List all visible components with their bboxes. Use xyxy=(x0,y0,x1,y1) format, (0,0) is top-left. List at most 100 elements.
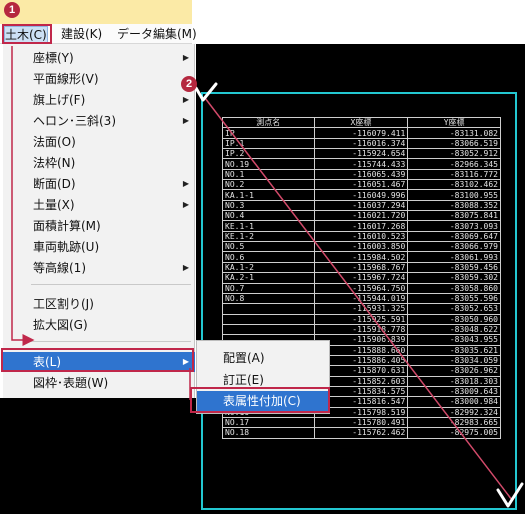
cell-x-coord: -115964.750 xyxy=(313,282,409,294)
cell-y-coord: -82992.324 xyxy=(407,406,501,418)
cell-x-coord: -116021.720 xyxy=(313,210,409,222)
menu-data-edit[interactable]: データ編集(M) xyxy=(117,26,197,43)
cell-y-coord: -82966.345 xyxy=(407,158,501,170)
table-row: NO.2 -116051.467 -83102.462 xyxy=(222,179,501,191)
cell-x-coord: -115918.778 xyxy=(313,323,409,336)
cell-y-coord: -83059.456 xyxy=(407,261,501,274)
table-row: NO.8 -115944.019 -83055.596 xyxy=(222,292,501,305)
title-strip xyxy=(0,0,192,24)
menu-item-zahyo[interactable]: 座標(Y) ▶ xyxy=(3,48,195,68)
cell-x-coord: -115924.654 xyxy=(313,148,409,160)
table-row: KA.1-1 -116049.996 -83100.955 xyxy=(222,189,501,201)
step-1-badge: 1 xyxy=(4,2,20,18)
cell-point-name: KA.1-2 xyxy=(222,261,315,274)
cell-point-name: NO.19 xyxy=(222,158,315,170)
table-row: NO.6 -115984.502 -83061.993 xyxy=(222,251,501,263)
submenu-arrow-icon: ▶ xyxy=(182,263,189,272)
menu-item-menseki-keisan[interactable]: 面積計算(M) xyxy=(3,216,195,236)
table-row: NO.4 -116021.720 -83075.841 xyxy=(222,210,501,222)
menu-item-kakudaizu[interactable]: 拡大図(G) xyxy=(3,315,195,335)
menu-separator xyxy=(31,284,191,285)
cell-x-coord: -116049.996 xyxy=(313,189,409,201)
cell-x-coord: -116051.467 xyxy=(313,179,409,191)
menu-item-hataage[interactable]: 旗上げ(F) ▶ xyxy=(3,90,195,110)
cell-y-coord: -83043.955 xyxy=(407,334,501,346)
table-row: NO.17 -115780.491 -82983.665 xyxy=(222,416,501,429)
submenu-arrow-icon: ▶ xyxy=(182,95,189,104)
cell-point-name: NO.1 xyxy=(222,168,315,181)
menu-item-norimen[interactable]: 法面(O) xyxy=(3,132,195,152)
table-row: IP.1 -116016.374 -83066.519 xyxy=(222,137,501,150)
table-row: NO.18 -115762.462 -82975.005 xyxy=(222,427,501,439)
cell-point-name: KE.1-1 xyxy=(222,220,315,232)
cell-x-coord: -115762.462 xyxy=(313,427,409,439)
cell-x-coord: -116037.294 xyxy=(313,199,409,212)
table-row: IP -116079.411 -83131.082 xyxy=(222,127,501,139)
menu-item-label: 旗上げ(F) xyxy=(33,93,86,107)
cell-point-name: IP.1 xyxy=(222,137,315,150)
menu-item-label: 面積計算(M) xyxy=(33,219,101,233)
menu-item-label: 拡大図(G) xyxy=(33,318,88,332)
cell-y-coord: -83058.860 xyxy=(407,282,501,294)
submenu-item-haichi[interactable]: 配置(A) xyxy=(197,348,329,368)
menu-item-sharyo-kiseki[interactable]: 車両軌跡(U) xyxy=(3,237,195,257)
table-row: NO.1 -116065.439 -83116.772 xyxy=(222,168,501,181)
cell-point-name: KA.1-1 xyxy=(222,189,315,201)
menu-item-kokuwari[interactable]: 工区割り(J) xyxy=(3,294,195,314)
column-header-point-name: 測点名 xyxy=(222,116,315,129)
cell-x-coord: -116017.268 xyxy=(313,220,409,232)
menu-item-nori-waku[interactable]: 法枠(N) xyxy=(3,153,195,173)
table-row: -115925.591 -83050.960 xyxy=(222,313,501,325)
menu-item-label: ヘロン･三斜(3) xyxy=(33,114,116,128)
cell-y-coord: -83069.647 xyxy=(407,230,501,243)
cell-point-name: NO.6 xyxy=(222,251,315,263)
cell-y-coord: -83055.596 xyxy=(407,292,501,305)
cell-point-name: KE.1-2 xyxy=(222,230,315,243)
menu-kensetsu[interactable]: 建設(K) xyxy=(61,26,102,43)
cell-x-coord: -115931.325 xyxy=(313,303,409,315)
menu-item-danmen[interactable]: 断面(D) ▶ xyxy=(3,174,195,194)
cell-x-coord: -115944.019 xyxy=(313,292,409,305)
cell-point-name: NO.4 xyxy=(222,210,315,222)
cell-y-coord: -83034.059 xyxy=(407,354,501,367)
table-row: NO.5 -116003.850 -83066.979 xyxy=(222,241,501,253)
table-row: IP.2 -115924.654 -83052.912 xyxy=(222,148,501,160)
submenu-arrow-icon: ▶ xyxy=(182,200,189,209)
menu-item-heimen-senkei[interactable]: 平面線形(V) xyxy=(3,69,195,89)
table-row: KE.1-2 -116010.523 -83069.647 xyxy=(222,230,501,243)
menu-item-tokosen[interactable]: 等高線(1) ▶ xyxy=(3,258,195,278)
cell-y-coord: -83050.960 xyxy=(407,313,501,325)
doboku-dropdown-menu: 座標(Y) ▶ 平面線形(V) 旗上げ(F) ▶ ヘロン･三斜(3) ▶ 法面(… xyxy=(3,44,195,398)
cell-point-name: KA.2-1 xyxy=(222,272,315,284)
cell-x-coord: -116079.411 xyxy=(313,127,409,139)
drawing-area-lower[interactable] xyxy=(0,398,196,514)
submenu-arrow-icon: ▶ xyxy=(182,179,189,188)
cell-y-coord: -83073.093 xyxy=(407,220,501,232)
cell-point-name: IP.2 xyxy=(222,148,315,160)
menu-item-label: 座標(Y) xyxy=(33,51,74,65)
cell-point-name xyxy=(222,323,315,336)
menu-item-label: 土量(X) xyxy=(33,198,75,212)
menu-item-heron-sansha[interactable]: ヘロン･三斜(3) ▶ xyxy=(3,111,195,131)
menu-item-label: 法枠(N) xyxy=(33,156,76,170)
menu-item-doryo[interactable]: 土量(X) ▶ xyxy=(3,195,195,215)
cell-y-coord: -83009.643 xyxy=(407,385,501,398)
menu-item-zuwaku-hyodai[interactable]: 図枠･表題(W) xyxy=(3,373,195,393)
cell-x-coord: -115968.767 xyxy=(313,261,409,274)
step-2-badge: 2 xyxy=(181,76,197,92)
cell-y-coord: -83052.912 xyxy=(407,148,501,160)
cell-y-coord: -83075.841 xyxy=(407,210,501,222)
cell-y-coord: -83066.979 xyxy=(407,241,501,253)
menu-item-label: 配置(A) xyxy=(223,351,265,365)
cell-x-coord: -116010.523 xyxy=(313,230,409,243)
cell-point-name xyxy=(222,303,315,315)
cell-x-coord: -115984.502 xyxy=(313,251,409,263)
cell-y-coord: -83035.621 xyxy=(407,344,501,356)
cell-y-coord: -82983.665 xyxy=(407,416,501,429)
cell-y-coord: -83088.352 xyxy=(407,199,501,212)
cell-x-coord: -115925.591 xyxy=(313,313,409,325)
cell-x-coord: -116003.850 xyxy=(313,241,409,253)
highlight-menu-doboku xyxy=(2,24,52,44)
menu-item-label: 断面(D) xyxy=(33,177,76,191)
menu-item-label: 法面(O) xyxy=(33,135,76,149)
